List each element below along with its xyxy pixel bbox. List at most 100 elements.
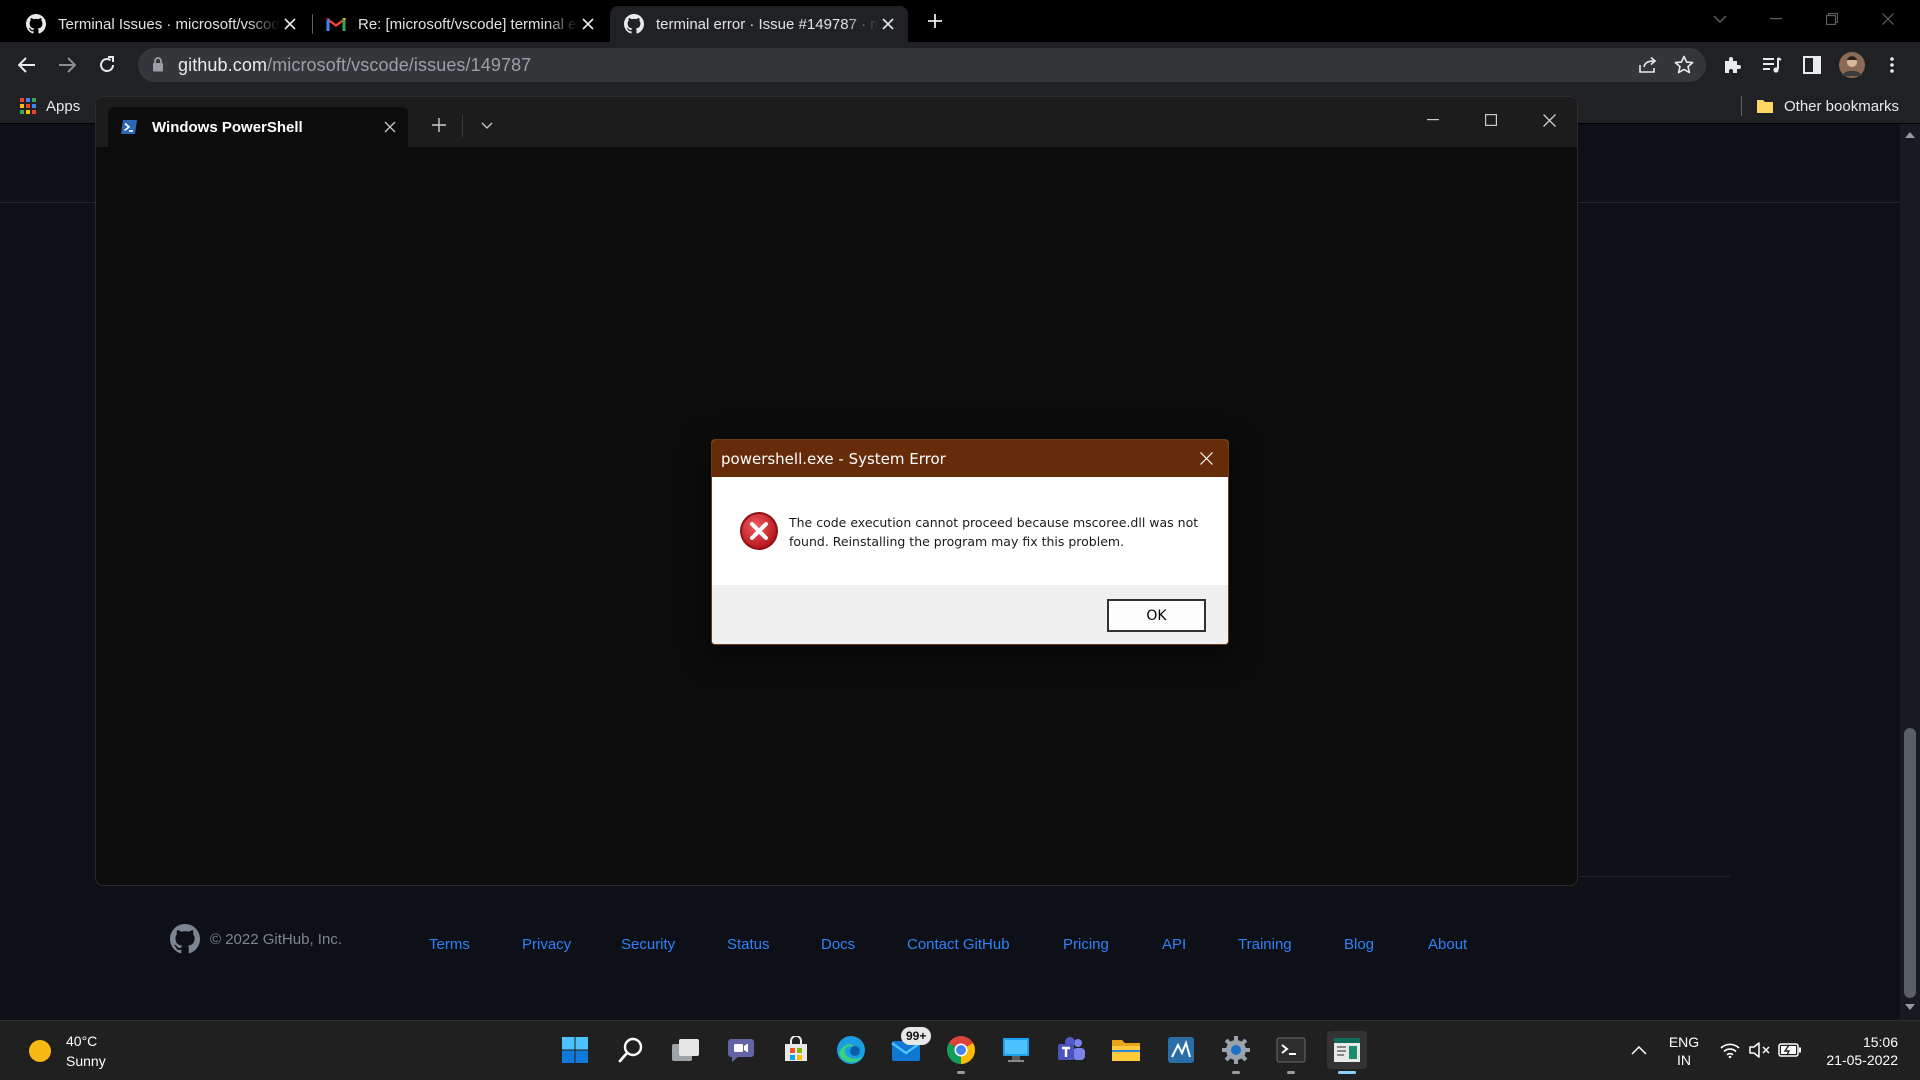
remote-desktop-button[interactable] xyxy=(999,1033,1033,1067)
side-panel-button[interactable] xyxy=(1796,49,1828,81)
footer-link-contact[interactable]: Contact GitHub xyxy=(907,936,1010,953)
scroll-thumb[interactable] xyxy=(1904,728,1916,998)
tab-close-icon[interactable] xyxy=(878,14,898,34)
dialog-footer: OK xyxy=(712,585,1228,644)
volume-muted-icon[interactable] xyxy=(1745,1035,1775,1065)
chrome-menu-button[interactable] xyxy=(1876,49,1908,81)
clock[interactable]: 15:06 21-05-2022 xyxy=(1808,1033,1908,1069)
task-view-icon xyxy=(672,1039,699,1061)
footer-link-security[interactable]: Security xyxy=(621,936,675,953)
mail-unread-badge: 99+ xyxy=(901,1027,932,1045)
tab-title: terminal error · Issue #149787 · microso… xyxy=(656,15,878,33)
terminal-tab-close-icon[interactable] xyxy=(384,121,396,133)
terminal-tab-powershell[interactable]: Windows PowerShell xyxy=(108,107,408,147)
sun-icon xyxy=(29,1040,51,1062)
close-icon xyxy=(1199,452,1213,465)
tab-search-button[interactable] xyxy=(1692,0,1748,38)
apps-label: Apps xyxy=(46,97,81,115)
back-button[interactable] xyxy=(11,49,43,81)
apps-bookmark[interactable]: Apps xyxy=(20,94,80,118)
arrow-left-icon xyxy=(18,57,35,73)
dialog-close-button[interactable] xyxy=(1184,440,1228,477)
minimize-window-button[interactable] xyxy=(1748,0,1804,38)
wifi-icon[interactable] xyxy=(1715,1035,1745,1065)
terminal-profiles-dropdown[interactable] xyxy=(472,111,502,139)
mysql-workbench-button[interactable] xyxy=(1164,1033,1198,1067)
footer-link-about[interactable]: About xyxy=(1428,936,1467,953)
microsoft-store-button[interactable] xyxy=(779,1033,813,1067)
footer-link-training[interactable]: Training xyxy=(1238,936,1292,953)
browser-toolbar: github.com/microsoft/vscode/issues/14978… xyxy=(0,42,1920,88)
ok-button[interactable]: OK xyxy=(1107,599,1206,632)
page-scrollbar[interactable] xyxy=(1900,124,1920,1020)
tab-close-icon[interactable] xyxy=(578,14,598,34)
bookmark-star-icon[interactable] xyxy=(1674,55,1694,75)
browser-tab-issue-149787[interactable]: terminal error · Issue #149787 · microso… xyxy=(610,6,908,42)
weather-temperature: 40°C xyxy=(66,1033,98,1049)
footer-link-terms[interactable]: Terms xyxy=(429,936,470,953)
settings-button[interactable] xyxy=(1219,1033,1253,1067)
error-message: The code execution cannot proceed becaus… xyxy=(789,515,1199,549)
task-view-button[interactable] xyxy=(669,1033,703,1067)
dialog-titlebar: powershell.exe - System Error xyxy=(712,440,1228,477)
terminal-new-tab-button[interactable] xyxy=(424,111,454,139)
footer-link-privacy[interactable]: Privacy xyxy=(522,936,571,953)
show-hidden-icons-button[interactable] xyxy=(1624,1035,1654,1065)
chrome-button[interactable] xyxy=(944,1033,978,1067)
footer-link-blog[interactable]: Blog xyxy=(1344,936,1374,953)
input-language-indicator[interactable]: ENG IN xyxy=(1668,1033,1700,1069)
edge-button[interactable] xyxy=(834,1033,868,1067)
new-tab-button[interactable] xyxy=(924,8,946,34)
active-window-button[interactable] xyxy=(1327,1031,1367,1069)
browser-tab-terminal-issues[interactable]: Terminal Issues · microsoft/vscode xyxy=(12,6,310,42)
start-button[interactable] xyxy=(558,1033,592,1067)
more-vertical-icon xyxy=(1890,57,1894,73)
media-controls-button[interactable] xyxy=(1756,49,1788,81)
puzzle-icon xyxy=(1725,57,1741,73)
share-icon[interactable] xyxy=(1638,56,1658,74)
address-bar[interactable]: github.com/microsoft/vscode/issues/14978… xyxy=(138,48,1706,82)
other-bookmarks[interactable]: Other bookmarks xyxy=(1756,94,1899,118)
footer-link-docs[interactable]: Docs xyxy=(821,936,855,953)
weather-widget[interactable]: 40°C Sunny xyxy=(28,1031,106,1071)
playlist-icon xyxy=(1763,57,1782,73)
profile-avatar[interactable] xyxy=(1836,49,1868,81)
scroll-up-arrow-icon[interactable] xyxy=(1900,132,1920,146)
url-path: /microsoft/vscode/issues/149787 xyxy=(267,54,532,75)
footer-link-pricing[interactable]: Pricing xyxy=(1063,936,1109,953)
side-panel-icon xyxy=(1803,56,1821,74)
footer-link-status[interactable]: Status xyxy=(727,936,770,953)
battery-charging-icon[interactable] xyxy=(1775,1035,1805,1065)
footer-link-api[interactable]: API xyxy=(1162,936,1186,953)
clock-time: 15:06 xyxy=(1862,1034,1898,1050)
browser-tab-gmail[interactable]: Re: [microsoft/vscode] terminal error xyxy=(312,6,608,42)
url-host: github.com xyxy=(178,54,268,75)
terminal-close-button[interactable] xyxy=(1526,103,1572,137)
extensions-button[interactable] xyxy=(1716,49,1748,81)
teams-icon xyxy=(1058,1037,1085,1060)
minimize-icon xyxy=(1770,18,1782,20)
scroll-down-arrow-icon[interactable] xyxy=(1900,1004,1920,1018)
tab-close-icon[interactable] xyxy=(280,14,300,34)
terminal-tab-title: Windows PowerShell xyxy=(152,118,303,136)
powershell-icon xyxy=(120,119,138,135)
terminal-minimize-button[interactable] xyxy=(1410,103,1456,137)
close-icon xyxy=(1542,113,1556,127)
restore-window-button[interactable] xyxy=(1804,0,1860,38)
search-button[interactable] xyxy=(614,1033,648,1067)
terminal-maximize-button[interactable] xyxy=(1468,103,1514,137)
dialog-title: powershell.exe - System Error xyxy=(721,449,946,468)
terminal-icon xyxy=(1276,1037,1306,1063)
file-explorer-button[interactable] xyxy=(1109,1033,1143,1067)
forward-button[interactable] xyxy=(51,49,83,81)
teams-button[interactable] xyxy=(1054,1033,1088,1067)
close-window-button[interactable] xyxy=(1860,0,1916,38)
windows-terminal-button[interactable] xyxy=(1274,1033,1308,1067)
url-text: github.com/microsoft/vscode/issues/14978… xyxy=(178,55,531,76)
chat-button[interactable] xyxy=(724,1033,758,1067)
terminal-running-indicator xyxy=(1287,1071,1295,1074)
store-icon xyxy=(785,1036,807,1061)
reload-button[interactable] xyxy=(91,49,123,81)
copyright-text: © 2022 GitHub, Inc. xyxy=(210,930,342,948)
github-icon xyxy=(26,14,46,34)
